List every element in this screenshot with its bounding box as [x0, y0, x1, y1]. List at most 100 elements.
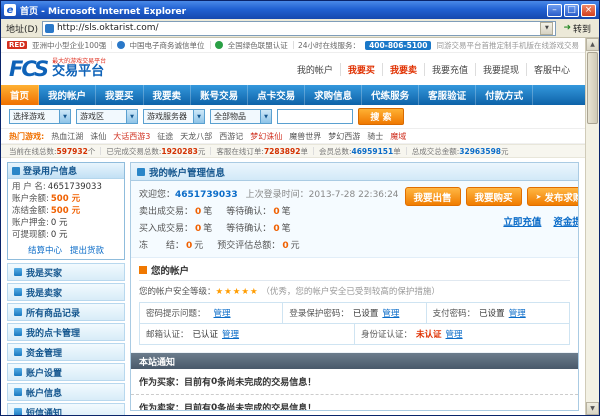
hot-game-link[interactable]: 魔域: [390, 131, 406, 142]
manage-link[interactable]: 管理: [214, 307, 231, 319]
hot-game-link[interactable]: 大话西游3: [113, 131, 150, 142]
hot-game-link[interactable]: 骑士: [367, 131, 383, 142]
nav-wanted[interactable]: 求购信息: [305, 85, 362, 105]
site-logo[interactable]: FCS 最大的游戏交易平台 交易平台: [9, 58, 106, 80]
hot-game-link[interactable]: 西游记: [219, 131, 243, 142]
site-notice-header: 本站通知: [131, 353, 578, 369]
post-wanted-button[interactable]: ➤发布求购: [527, 187, 579, 206]
game-select[interactable]: 选择游戏 ▼: [9, 109, 71, 124]
nav-my-account[interactable]: 我的帐户: [39, 85, 96, 105]
top-nav: 我的帐户 我要买 我要卖 我要充值 我要提现 客服中心: [290, 63, 577, 76]
chevron-down-icon: ▼: [126, 110, 137, 123]
buy-button[interactable]: 我要购买: [466, 187, 522, 206]
hot-game-link[interactable]: 梦幻西游: [328, 131, 360, 142]
top-nav-service[interactable]: 客服中心: [527, 63, 577, 76]
sidebar-item-all-records[interactable]: 所有商品记录: [7, 303, 125, 321]
top-nav-recharge[interactable]: 我要充值: [425, 63, 476, 76]
search-button[interactable]: 搜 索: [358, 108, 404, 125]
login-user-panel: 登录用户信息 用 户 名: 4651739033 账户余额: 500 元: [7, 162, 125, 260]
user-row-withdrawable: 可提现额: 0 元: [12, 230, 120, 241]
sidebar-item-account-info[interactable]: 帐户信息: [7, 383, 125, 401]
nav-sell[interactable]: 我要卖: [144, 85, 192, 105]
settlement-center-link[interactable]: 结算中心: [28, 244, 62, 256]
server-select[interactable]: 游戏服务器 ▼: [143, 109, 205, 124]
withdraw-link[interactable]: 资金提现: [553, 214, 579, 228]
recharge-now-link[interactable]: 立即充值: [503, 214, 541, 228]
hot-game-link[interactable]: 天龙八部: [180, 131, 212, 142]
nav-account-trade[interactable]: 账号交易: [191, 85, 248, 105]
hot-game-link[interactable]: 梦幻诛仙: [250, 131, 282, 142]
divider: [406, 147, 407, 155]
user-row-deposit: 账户押金: 0 元: [12, 218, 120, 229]
top-nav-my-account[interactable]: 我的帐户: [290, 63, 341, 76]
nav-home[interactable]: 首页: [1, 85, 39, 105]
security-row: 密码提示问题： 管理 登录保护密码： 已设置 管理: [140, 303, 569, 324]
top-nav-sell[interactable]: 我要卖: [383, 63, 425, 76]
manage-link[interactable]: 管理: [222, 328, 239, 340]
nav-card-trade[interactable]: 点卡交易: [248, 85, 305, 105]
stat-completed-trades: 已完成交易总数:1920283元: [106, 146, 205, 157]
close-button[interactable]: ×: [581, 4, 596, 17]
scrollbar-thumb[interactable]: [587, 52, 598, 124]
seller-notice-row: 作为卖家：目前有 0 条尚未完成的交易信息！: [131, 395, 578, 411]
manage-link[interactable]: 管理: [382, 307, 399, 319]
sidebar-item-card-manage[interactable]: 我的点卡管理: [7, 323, 125, 341]
top-nav-withdraw[interactable]: 我要提现: [476, 63, 527, 76]
nav-powerleveling[interactable]: 代练服务: [362, 85, 419, 105]
panel-icon: [137, 168, 145, 176]
divider: [210, 147, 211, 155]
sidebar-item-account-settings[interactable]: 账户设置: [7, 363, 125, 381]
security-grid: 密码提示问题： 管理 登录保护密码： 已设置 管理: [139, 302, 570, 345]
item-type-select[interactable]: 全部物品 ▼: [210, 109, 272, 124]
chevron-down-icon: ▼: [260, 110, 271, 123]
manage-link[interactable]: 管理: [446, 328, 463, 340]
user-icon: [12, 167, 20, 175]
top-nav-buy[interactable]: 我要买: [341, 63, 383, 76]
chevron-down-icon: ▼: [59, 110, 70, 123]
sidebar-item-buyer[interactable]: 我是买家: [7, 263, 125, 281]
security-cell-login-password: 登录保护密码： 已设置 管理: [283, 303, 426, 323]
minimize-button[interactable]: –: [547, 4, 562, 17]
action-area: 我要出售 我要购买 ➤发布求购 立即充值 资金提现: [399, 187, 579, 251]
search-bar: 选择游戏 ▼ 游戏区 ▼ 游戏服务器 ▼ 全部物品 ▼ 搜 索: [1, 105, 585, 129]
search-input[interactable]: [277, 109, 353, 124]
sell-stats-line: 卖出成交易：0笔 等待确认：0笔: [139, 204, 399, 217]
buy-stats-line: 买入成交易：0笔 等待确认：0笔: [139, 221, 399, 234]
address-input[interactable]: http://sls.oktarist.com/ ▼: [42, 21, 556, 36]
nav-payment[interactable]: 付款方式: [476, 85, 533, 105]
folder-icon: [14, 388, 22, 396]
sidebar-item-seller[interactable]: 我是卖家: [7, 283, 125, 301]
go-button[interactable]: ➜ 转到: [560, 22, 594, 35]
manage-link[interactable]: 管理: [509, 307, 526, 319]
scroll-up-icon[interactable]: ▲: [586, 38, 599, 51]
folder-icon: [14, 348, 22, 356]
promo-text: 同游交易平台首推定制手机版在线游戏交易: [437, 40, 580, 51]
cert-text-1: 亚洲中小型企业100强: [32, 40, 106, 51]
folder-icon: [14, 308, 22, 316]
account-panel: 我的帐户管理信息 欢迎您：4651739033上次登录时间：2013-7-28 …: [130, 162, 579, 411]
browser-window: e 首页 - Microsoft Internet Explorer – □ ×…: [0, 0, 600, 416]
hot-game-link[interactable]: 诛仙: [90, 131, 106, 142]
address-dropdown-icon[interactable]: ▼: [540, 22, 553, 35]
go-label: 转到: [573, 22, 591, 35]
hot-game-link[interactable]: 魔兽世界: [289, 131, 321, 142]
nav-buy[interactable]: 我要买: [96, 85, 144, 105]
account-security-section: 您的帐户 您的帐户安全等级：★★★★★ （优秀，您的帐户安全已受到较高的保护措施…: [131, 258, 578, 353]
sidebar-item-sms-notify[interactable]: 短信通知: [7, 403, 125, 415]
nav-service-verify[interactable]: 客服验证: [419, 85, 476, 105]
welcome-info: 欢迎您：4651739033上次登录时间：2013-7-28 22:36:24 …: [139, 187, 399, 251]
main-area: 登录用户信息 用 户 名: 4651739033 账户余额: 500 元: [1, 158, 585, 415]
hot-game-link[interactable]: 征途: [157, 131, 173, 142]
title-bar: e 首页 - Microsoft Internet Explorer – □ ×: [1, 1, 599, 19]
vertical-scrollbar[interactable]: ▲ ▼: [585, 38, 599, 415]
user-panel-header: 登录用户信息: [8, 163, 124, 179]
region-select[interactable]: 游戏区 ▼: [76, 109, 138, 124]
section-bullet-icon: [139, 266, 147, 274]
sidebar-item-funds[interactable]: 资金管理: [7, 343, 125, 361]
scroll-down-icon[interactable]: ▼: [586, 402, 599, 415]
withdraw-funds-link[interactable]: 提出货款: [70, 244, 104, 256]
url-text[interactable]: http://sls.oktarist.com/: [57, 23, 159, 33]
hot-game-link[interactable]: 热血江湖: [51, 131, 83, 142]
maximize-button[interactable]: □: [564, 4, 579, 17]
sell-button[interactable]: 我要出售: [405, 187, 461, 206]
